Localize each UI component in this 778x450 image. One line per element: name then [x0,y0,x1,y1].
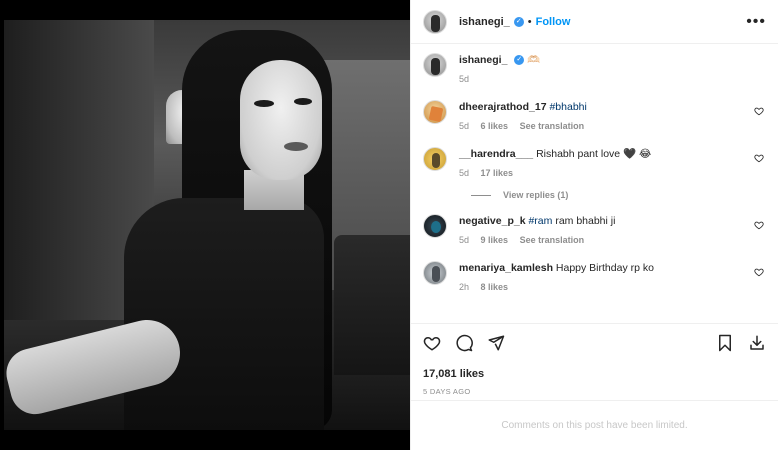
comment-username[interactable]: dheerajrathod_17 [459,101,547,113]
comment-likes[interactable]: 17 likes [481,168,514,178]
follow-button[interactable]: Follow [536,16,571,28]
comment-icon[interactable] [455,334,473,352]
comment-time[interactable]: 5d [459,235,469,245]
comment-text: ram bhabhi ji [555,215,616,227]
post-actions: 17,081 likes 5 DAYS AGO [411,323,778,396]
comment-row: negative_p_k #ram ram bhabhi ji 5d 9 lik… [423,214,766,248]
comment-heart-icon[interactable] [754,106,764,116]
comment-likes[interactable]: 8 likes [481,282,509,292]
caption-text: 🫶🏻 [527,54,541,66]
photo-eye-left [254,100,274,107]
post-header: ishanegi_ ✓ • Follow ••• [411,0,778,44]
verified-badge-icon: ✓ [513,16,524,27]
comment-username[interactable]: __harendra___ [459,148,533,160]
see-translation-button[interactable]: See translation [520,121,585,131]
caption-row: ishanegi_ ✓ 🫶🏻 5d [423,53,766,87]
comment-time[interactable]: 5d [459,121,469,131]
caption-username[interactable]: ishanegi_ [459,54,507,66]
bookmark-icon[interactable] [716,334,734,352]
comment-likes[interactable]: 9 likes [481,235,509,245]
download-icon[interactable] [748,334,766,352]
post-media-area [0,0,410,450]
caption-avatar[interactable] [423,53,447,77]
photo-lips [284,142,308,151]
comments-list[interactable]: ishanegi_ ✓ 🫶🏻 5d dheerajrathod_17 #bhab… [411,45,778,323]
comment-time[interactable]: 5d [459,168,469,178]
comment-avatar[interactable] [423,147,447,171]
comment-avatar[interactable] [423,261,447,285]
header-separator: • [527,15,532,28]
photo-shirt [124,198,324,430]
comments-limited-notice: Comments on this post have been limited. [411,400,778,450]
see-translation-button[interactable]: See translation [520,235,585,245]
comment-heart-icon[interactable] [754,220,764,230]
comment-heart-icon[interactable] [754,153,764,163]
comment-text: Happy Birthday rp ko [555,262,654,274]
comment-username[interactable]: negative_p_k [459,215,526,227]
author-username[interactable]: ishanegi_ [459,16,510,28]
share-icon[interactable] [487,334,505,352]
post-date[interactable]: 5 DAYS AGO [423,387,766,396]
comment-row: menariya_kamlesh Happy Birthday rp ko 2h… [423,261,766,295]
more-options-icon[interactable]: ••• [746,13,766,29]
comment-row: __harendra___ Rishabh pant love 🖤 😂 5d 1… [423,147,766,181]
caption-time[interactable]: 5d [459,74,469,84]
heart-icon[interactable] [423,334,441,352]
photo-sofa [334,235,410,375]
comment-time[interactable]: 2h [459,282,469,292]
view-replies-button[interactable]: View replies (1) [471,190,766,200]
comment-text: Rishabh pant love 🖤 😂 [536,148,652,160]
photo-eye-right [294,98,312,105]
post-side-panel: ishanegi_ ✓ • Follow ••• ishanegi_ ✓ 🫶🏻 … [410,0,778,450]
comment-hashtag[interactable]: #ram [528,215,552,227]
comment-avatar[interactable] [423,100,447,124]
comment-username[interactable]: menariya_kamlesh [459,262,553,274]
comment-heart-icon[interactable] [754,267,764,277]
author-avatar[interactable] [423,9,447,34]
post-photo[interactable] [4,20,410,430]
photo-face [240,60,322,180]
verified-badge-icon: ✓ [514,55,525,66]
comment-avatar[interactable] [423,214,447,238]
comment-row: dheerajrathod_17 #bhabhi 5d 6 likes See … [423,100,766,134]
comment-hashtag[interactable]: #bhabhi [549,101,586,113]
likes-count[interactable]: 17,081 likes [423,368,766,380]
comment-likes[interactable]: 6 likes [481,121,509,131]
action-bar [423,332,766,354]
